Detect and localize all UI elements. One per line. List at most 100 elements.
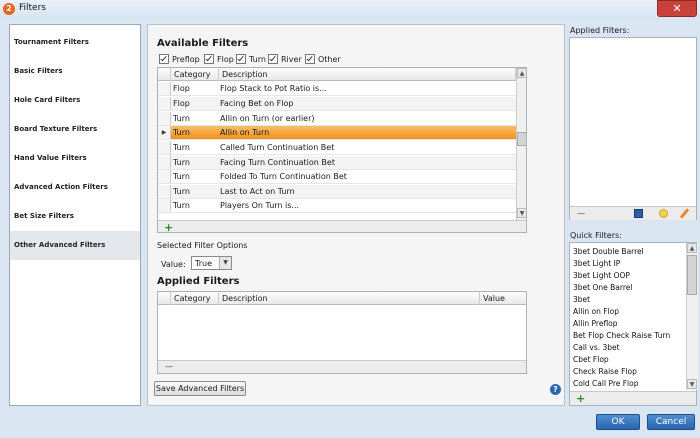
description-column-header[interactable]: Description — [219, 68, 516, 81]
row-selector-header — [158, 68, 171, 81]
description-cell: Folded To Turn Continuation Bet — [220, 172, 347, 181]
help-icon[interactable]: ? — [550, 384, 561, 395]
nav-item-bet-size-filters[interactable]: Bet Size Filters — [10, 202, 140, 231]
category-cell: Turn — [173, 201, 190, 210]
title-bar — [0, 0, 700, 18]
checkbox-label: Other — [318, 54, 341, 64]
edit-pencil-icon[interactable] — [679, 208, 690, 219]
description-cell: Allin on Turn — [220, 128, 270, 137]
quick-filters-label: Quick Filters: — [570, 231, 622, 240]
description-cell: Called Turn Continuation Bet — [220, 143, 335, 152]
table-row-selected[interactable]: ▶ Turn Allin on Turn — [158, 126, 516, 140]
value-dropdown-text: True — [195, 259, 212, 268]
category-cell: Turn — [173, 143, 190, 152]
category-column-header[interactable]: Category — [171, 68, 219, 81]
scroll-up-icon[interactable]: ▲ — [687, 243, 697, 253]
value-dropdown[interactable]: True ▼ — [191, 256, 232, 270]
load-filter-icon[interactable] — [659, 209, 668, 218]
grid-footer: + — [158, 220, 526, 232]
nav-item-other-advanced-filters[interactable]: Other Advanced Filters — [10, 231, 140, 260]
description-cell: Flop Stack to Pot Ratio is... — [220, 84, 327, 93]
scroll-thumb[interactable] — [687, 255, 697, 295]
chevron-down-icon[interactable]: ▼ — [219, 257, 231, 269]
check-icon — [268, 54, 278, 64]
quick-filter-item[interactable]: Cold Call Pre Flop — [573, 379, 639, 388]
quick-filter-item[interactable]: 3bet — [573, 295, 590, 304]
nav-item-basic-filters[interactable]: Basic Filters — [10, 57, 140, 86]
scroll-down-icon[interactable]: ▼ — [517, 208, 526, 218]
cancel-button[interactable]: Cancel — [647, 414, 695, 430]
quick-filter-item[interactable]: Call vs. 3bet — [573, 343, 620, 352]
nav-item-hand-value-filters[interactable]: Hand Value Filters — [10, 144, 140, 173]
table-row[interactable]: Flop Facing Bet on Flop — [158, 97, 516, 111]
description-cell: Players On Turn is... — [220, 201, 300, 210]
row-pointer-icon: ▶ — [158, 126, 171, 139]
quick-filter-item[interactable]: Cbet Flop — [573, 355, 609, 364]
other-checkbox[interactable]: Other — [305, 54, 341, 64]
quick-filters-toolbar: + — [570, 391, 696, 405]
table-row[interactable]: Turn Folded To Turn Continuation Bet — [158, 170, 516, 184]
description-cell: Facing Bet on Flop — [220, 99, 294, 108]
table-row[interactable]: Flop Flop Stack to Pot Ratio is... — [158, 82, 516, 96]
scroll-thumb[interactable] — [517, 132, 526, 146]
quick-filter-item[interactable]: Allin Preflop — [573, 319, 618, 328]
nav-item-hole-card-filters[interactable]: Hole Card Filters — [10, 86, 140, 115]
quick-filter-item[interactable]: 3bet Light OOP — [573, 271, 630, 280]
quick-filter-item[interactable]: 3bet One Barrel — [573, 283, 632, 292]
category-cell: Turn — [173, 114, 190, 123]
turn-checkbox[interactable]: Turn — [236, 54, 266, 64]
quick-filter-item[interactable]: 3bet Double Barrel — [573, 247, 644, 256]
quick-filters-scrollbar[interactable]: ▲ ▼ — [686, 243, 698, 390]
available-filters-heading: Available Filters — [157, 38, 249, 49]
river-checkbox[interactable]: River — [268, 54, 302, 64]
table-row[interactable]: Turn Players On Turn is... — [158, 199, 516, 213]
category-cell: Turn — [173, 187, 190, 196]
applied-filters-toolbar: — — [570, 206, 696, 220]
checkbox-label: Turn — [249, 54, 266, 64]
flop-checkbox[interactable]: Flop — [204, 54, 234, 64]
category-cell: Turn — [173, 172, 190, 181]
add-quick-filter-icon[interactable]: + — [576, 392, 585, 405]
value-column-header[interactable]: Value — [480, 292, 526, 305]
check-icon — [204, 54, 214, 64]
quick-filter-item[interactable]: 3bet Light IP — [573, 259, 620, 268]
grid-footer: — — [158, 360, 526, 373]
scroll-down-icon[interactable]: ▼ — [687, 379, 697, 389]
description-column-header[interactable]: Description — [219, 292, 480, 305]
table-row[interactable]: Turn Called Turn Continuation Bet — [158, 141, 516, 155]
app-logo-icon: 2 — [3, 3, 15, 15]
filter-category-nav: Tournament Filters Basic Filters Hole Ca… — [9, 24, 141, 406]
add-filter-icon[interactable]: + — [164, 221, 173, 232]
category-cell: Turn — [173, 128, 190, 137]
grid-vertical-scrollbar[interactable]: ▲ ▼ — [516, 68, 526, 220]
description-cell: Allin on Turn (or earlier) — [220, 114, 315, 123]
close-button[interactable]: ✕ — [657, 0, 697, 17]
remove-filter-icon[interactable]: — — [577, 209, 585, 218]
category-column-header[interactable]: Category — [171, 292, 219, 305]
category-cell: Flop — [173, 84, 190, 93]
description-cell: Facing Turn Continuation Bet — [220, 158, 335, 167]
description-cell: Last to Act on Turn — [220, 187, 295, 196]
table-row[interactable]: Turn Facing Turn Continuation Bet — [158, 156, 516, 170]
scroll-up-icon[interactable]: ▲ — [517, 68, 526, 78]
save-icon[interactable] — [634, 209, 643, 218]
table-row[interactable]: Turn Last to Act on Turn — [158, 185, 516, 199]
check-icon — [236, 54, 246, 64]
available-filters-grid: Category Description Flop Flop Stack to P… — [157, 67, 527, 233]
nav-item-tournament-filters[interactable]: Tournament Filters — [10, 28, 140, 57]
checkbox-label: River — [281, 54, 302, 64]
nav-item-advanced-action-filters[interactable]: Advanced Action Filters — [10, 173, 140, 202]
checkbox-label: Flop — [217, 54, 234, 64]
quick-filter-item[interactable]: Check Raise Flop — [573, 367, 637, 376]
applied-filters-list[interactable]: — — [569, 37, 697, 220]
save-advanced-filters-button[interactable]: Save Advanced Filters — [154, 381, 246, 396]
quick-filter-item[interactable]: Bet Flop Check Raise Turn — [573, 331, 670, 340]
remove-filter-icon[interactable]: — — [165, 362, 173, 371]
applied-filters-grid: Category Description Value — — [157, 291, 527, 374]
table-row[interactable]: Turn Allin on Turn (or earlier) — [158, 112, 516, 126]
ok-button[interactable]: OK — [596, 414, 640, 430]
nav-item-board-texture-filters[interactable]: Board Texture Filters — [10, 115, 140, 144]
preflop-checkbox[interactable]: Preflop — [159, 54, 200, 64]
quick-filter-item[interactable]: Allin on Flop — [573, 307, 619, 316]
check-icon — [305, 54, 315, 64]
